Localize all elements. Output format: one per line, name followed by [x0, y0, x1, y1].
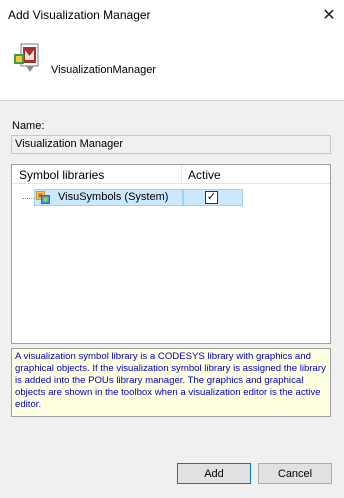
dialog-content: Name: Visualization Manager Symbol libra… — [0, 100, 344, 498]
column-header-active[interactable]: Active — [188, 168, 221, 182]
column-divider[interactable] — [181, 165, 182, 184]
checkmark-icon: ✓ — [206, 191, 217, 203]
symbol-libraries-table: Symbol libraries Active VisuSymbols (Sys… — [11, 164, 331, 344]
close-button[interactable]: ✕ — [314, 0, 344, 30]
table-row[interactable]: VisuSymbols (System) ✓ — [12, 188, 330, 207]
library-name: VisuSymbols (System) — [58, 191, 169, 203]
description-box: A visualization symbol library is a CODE… — [11, 348, 331, 417]
column-header-symbol-libraries[interactable]: Symbol libraries — [19, 168, 104, 182]
title-bar: Add Visualization Manager ✕ — [0, 0, 344, 30]
window-title: Add Visualization Manager — [8, 8, 151, 22]
name-label: Name: — [12, 120, 45, 132]
cancel-button[interactable]: Cancel — [258, 463, 332, 484]
table-header: Symbol libraries Active — [12, 165, 330, 184]
name-field[interactable]: Visualization Manager — [11, 135, 331, 154]
dialog-header: VisualizationManager — [0, 30, 344, 100]
active-checkbox[interactable]: ✓ — [205, 191, 218, 204]
close-icon: ✕ — [322, 7, 336, 24]
tree-connector — [22, 198, 34, 199]
header-label: VisualizationManager — [51, 64, 156, 76]
library-icon — [36, 191, 50, 204]
add-button[interactable]: Add — [177, 463, 251, 484]
visualization-manager-icon — [14, 43, 39, 72]
